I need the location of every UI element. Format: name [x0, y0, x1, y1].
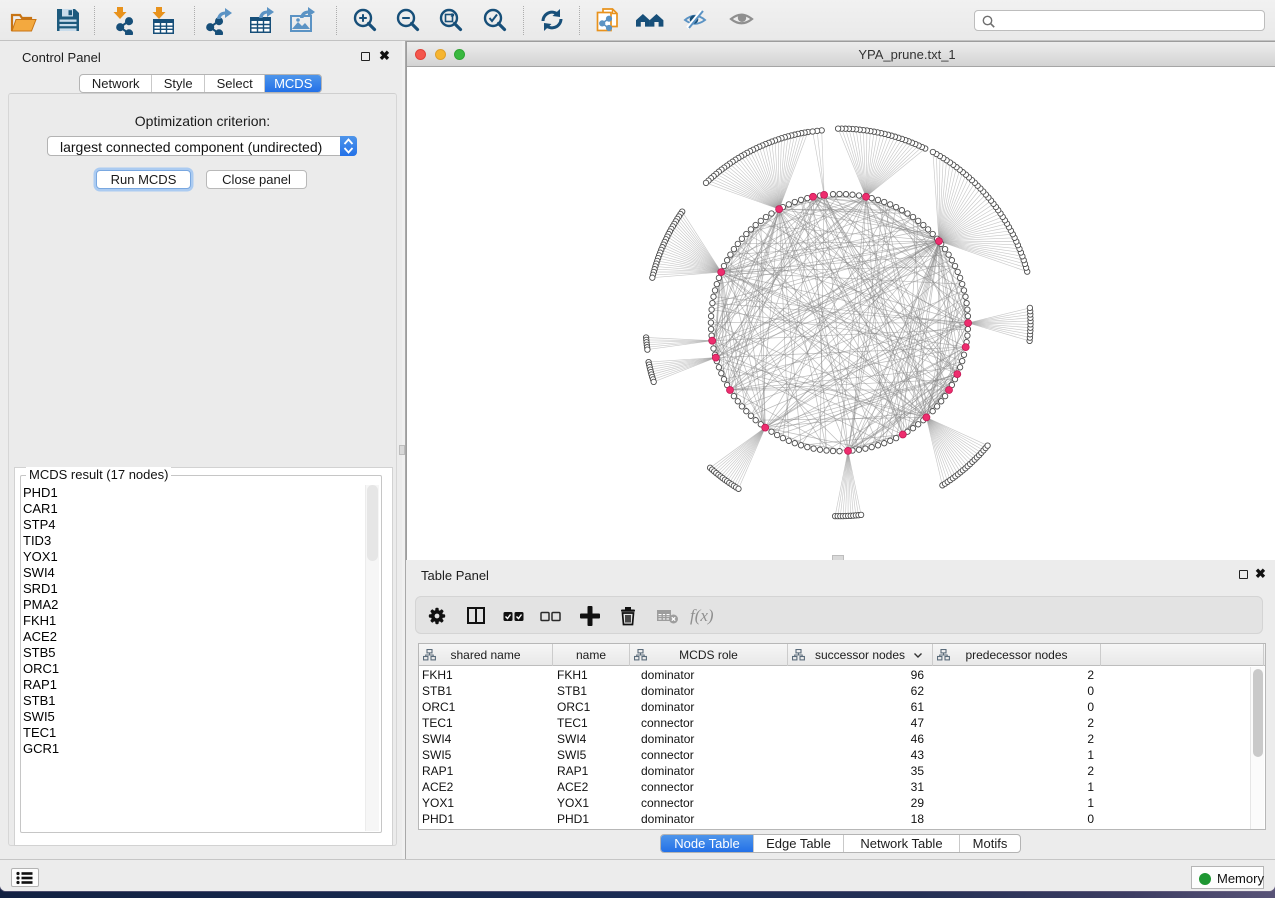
svg-text:f(x): f(x)	[690, 606, 714, 625]
